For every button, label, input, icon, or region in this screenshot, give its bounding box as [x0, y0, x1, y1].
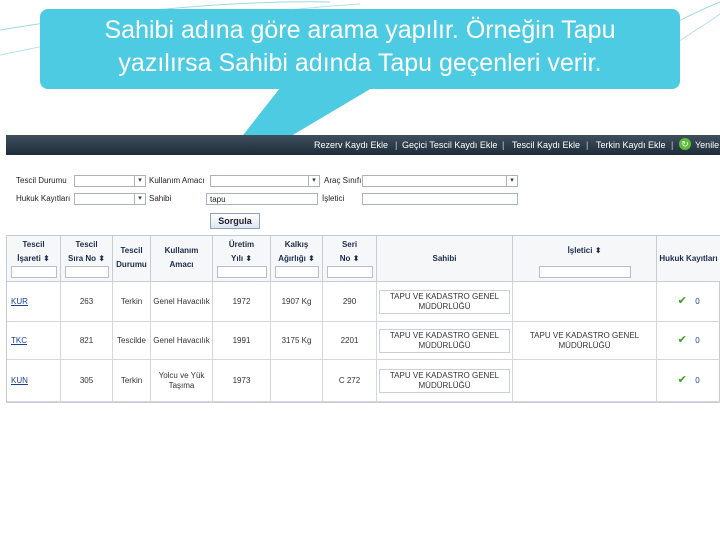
table-row-3-mark[interactable]: KUN: [7, 360, 61, 402]
header-serial-number[interactable]: Seri No ⬍: [323, 236, 377, 282]
table-row-3-number: 305: [61, 360, 113, 402]
header-operator[interactable]: İşletici ⬍: [513, 236, 657, 282]
header-usage-purpose: Kullanım Amacı: [151, 236, 213, 282]
search-button[interactable]: Sorgula: [210, 213, 260, 229]
filter-takeoff-weight-input[interactable]: [275, 266, 319, 278]
table-row-3-weight: [271, 360, 323, 402]
results-table: Tescil İşareti ⬍ Tescil Sıra No ⬍ Tescil Du…: [6, 235, 720, 403]
filter-registration-mark-input[interactable]: [11, 266, 57, 278]
table-row-2-owner: TAPU VE KADASTRO GENEL MÜDÜRLÜĞÜ: [377, 322, 513, 360]
table-row-2-status: Tescilde: [113, 322, 151, 360]
table-row-3-year: 1973: [213, 360, 271, 402]
chevron-down-icon: ▾: [308, 176, 319, 186]
table-row-2-weight: 3175 Kg: [271, 322, 323, 360]
header-registration-status: Tescil Durumu: [113, 236, 151, 282]
callout-line-1: Sahibi adına göre arama yapılır. Örneğin…: [104, 16, 616, 44]
add-reserve-record-link[interactable]: Rezerv Kaydı Ekle: [314, 140, 388, 150]
chevron-down-icon: ▾: [506, 176, 517, 186]
vehicle-class-label: Araç Sınıfı: [324, 176, 362, 185]
table-row-2-legal[interactable]: ✔ 0: [657, 322, 720, 360]
table-row-1-purpose: Genel Havacılık: [151, 282, 213, 322]
filter-production-year-input[interactable]: [217, 266, 267, 278]
table-row-1-status: Terkin: [113, 282, 151, 322]
check-icon: ✔: [677, 333, 687, 346]
table-row-2-serial: 2201: [323, 322, 377, 360]
usage-purpose-select[interactable]: ▾: [210, 175, 320, 187]
header-registration-mark[interactable]: Tescil İşareti ⬍: [7, 236, 61, 282]
table-row-3-serial: C 272: [323, 360, 377, 402]
table-row-1-owner: TAPU VE KADASTRO GENEL MÜDÜRLÜĞÜ: [377, 282, 513, 322]
header-owner: Sahibi: [377, 236, 513, 282]
search-filters: Tescil Durumu ▾ Kullanım Amacı ▾ Araç Sı…: [6, 155, 720, 213]
nav-separator: |: [586, 140, 589, 150]
check-icon: ✔: [677, 373, 687, 386]
table-row-2-operator: TAPU VE KADASTRO GENEL MÜDÜRLÜĞÜ: [513, 322, 657, 360]
owner-label: Sahibi: [149, 194, 172, 203]
table-row-1-serial: 290: [323, 282, 377, 322]
legal-records-label: Hukuk Kayıtları: [16, 194, 71, 203]
operator-search-input[interactable]: [362, 193, 518, 205]
callout-line-2: yazılırsa Sahibi adında Tapu geçenleri v…: [118, 49, 602, 77]
chevron-down-icon: ▾: [134, 194, 145, 204]
operator-label: İşletici: [322, 194, 345, 203]
chevron-down-icon: ▾: [134, 176, 145, 186]
table-row-3-legal[interactable]: ✔ 0: [657, 360, 720, 402]
filter-operator-input[interactable]: [539, 266, 631, 278]
table-row-3-owner: TAPU VE KADASTRO GENEL MÜDÜRLÜĞÜ: [377, 360, 513, 402]
nav-separator: |: [671, 140, 674, 150]
filter-registration-number-input[interactable]: [65, 266, 109, 278]
table-row-1-mark[interactable]: KUR: [7, 282, 61, 322]
table-row-2-year: 1991: [213, 322, 271, 360]
header-takeoff-weight[interactable]: Kalkış Ağırlığı ⬍: [271, 236, 323, 282]
action-toolbar: Rezerv Kaydı Ekle | Geçici Tescil Kaydı …: [6, 135, 720, 155]
registration-status-label: Tescil Durumu: [16, 176, 67, 185]
owner-search-input[interactable]: tapu: [206, 193, 318, 205]
registration-status-select[interactable]: ▾: [74, 175, 146, 187]
refresh-link[interactable]: Yenile: [695, 140, 719, 150]
refresh-icon[interactable]: ↻: [679, 138, 691, 150]
table-row-3-status: Terkin: [113, 360, 151, 402]
table-row-1-number: 263: [61, 282, 113, 322]
registry-search-app: Rezerv Kaydı Ekle | Geçici Tescil Kaydı …: [6, 135, 720, 405]
table-row-1-year: 1972: [213, 282, 271, 322]
nav-separator: |: [395, 140, 398, 150]
table-row-1-weight: 1907 Kg: [271, 282, 323, 322]
table-row-1-legal[interactable]: ✔ 0: [657, 282, 720, 322]
callout-text: Sahibi adına göre arama yapılır. Örneğin…: [40, 14, 680, 80]
table-row-2-number: 821: [61, 322, 113, 360]
header-registration-number[interactable]: Tescil Sıra No ⬍: [61, 236, 113, 282]
add-temporary-registration-link[interactable]: Geçici Tescil Kaydı Ekle: [402, 140, 497, 150]
nav-separator: |: [502, 140, 505, 150]
table-row-3-purpose: Yolcu ve Yük Taşıma: [151, 360, 213, 402]
vehicle-class-select[interactable]: ▾: [362, 175, 518, 187]
header-production-year[interactable]: Üretim Yılı ⬍: [213, 236, 271, 282]
table-row-3-operator: [513, 360, 657, 402]
header-legal-records: Hukuk Kayıtları: [657, 236, 720, 282]
legal-records-select[interactable]: ▾: [74, 193, 146, 205]
add-deregistration-link[interactable]: Terkin Kaydı Ekle: [596, 140, 666, 150]
table-row-1-operator: [513, 282, 657, 322]
filter-serial-number-input[interactable]: [327, 266, 373, 278]
add-registration-link[interactable]: Tescil Kaydı Ekle: [512, 140, 580, 150]
usage-purpose-label: Kullanım Amacı: [149, 176, 205, 185]
table-row-2-purpose: Genel Havacılık: [151, 322, 213, 360]
table-row-2-mark[interactable]: TKC: [7, 322, 61, 360]
check-icon: ✔: [677, 294, 687, 307]
